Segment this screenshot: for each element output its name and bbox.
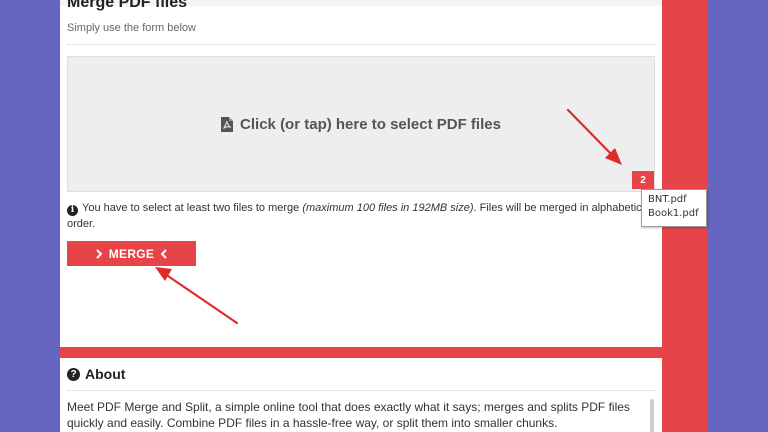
file-count-badge: 2 — [632, 171, 654, 189]
pdf-file-icon — [221, 116, 234, 132]
about-title-text: About — [85, 366, 126, 382]
scrollbar[interactable] — [650, 399, 654, 432]
tooltip-file: Book1.pdf — [648, 208, 699, 219]
merge-button-label: MERGE — [108, 246, 155, 261]
merge-card: Merge PDF files Simply use the form belo… — [60, 0, 662, 347]
question-circle-icon: ? — [67, 367, 80, 381]
info-text: You have to select at least two files to… — [82, 202, 303, 214]
info-limit-text: (maximum 100 files in 192MB size) — [302, 202, 474, 214]
tooltip-file: BNT.pdf — [648, 194, 687, 205]
about-text: Meet PDF Merge and Split, a simple onlin… — [67, 400, 630, 430]
file-dropzone[interactable]: Click (or tap) here to select PDF files — [67, 56, 655, 192]
page-title: Merge PDF files — [67, 0, 188, 11]
dropzone-label: Click (or tap) here to select PDF files — [240, 115, 501, 133]
about-card: ? About Meet PDF Merge and Split, a simp… — [60, 358, 662, 432]
merge-button[interactable]: MERGE — [67, 241, 196, 266]
merge-info: i You have to select at least two files t… — [67, 200, 657, 232]
page-subtitle: Simply use the form below — [67, 22, 196, 34]
chevron-right-icon — [96, 248, 102, 259]
title-divider — [67, 44, 655, 45]
chevron-left-icon — [161, 248, 167, 259]
about-divider — [67, 390, 655, 391]
selected-files-tooltip: BNT.pdf Book1.pdf — [641, 189, 707, 227]
page: Merge PDF files Simply use the form belo… — [60, 0, 708, 432]
about-title: ? About — [67, 366, 125, 382]
info-circle-icon: i — [67, 205, 78, 216]
